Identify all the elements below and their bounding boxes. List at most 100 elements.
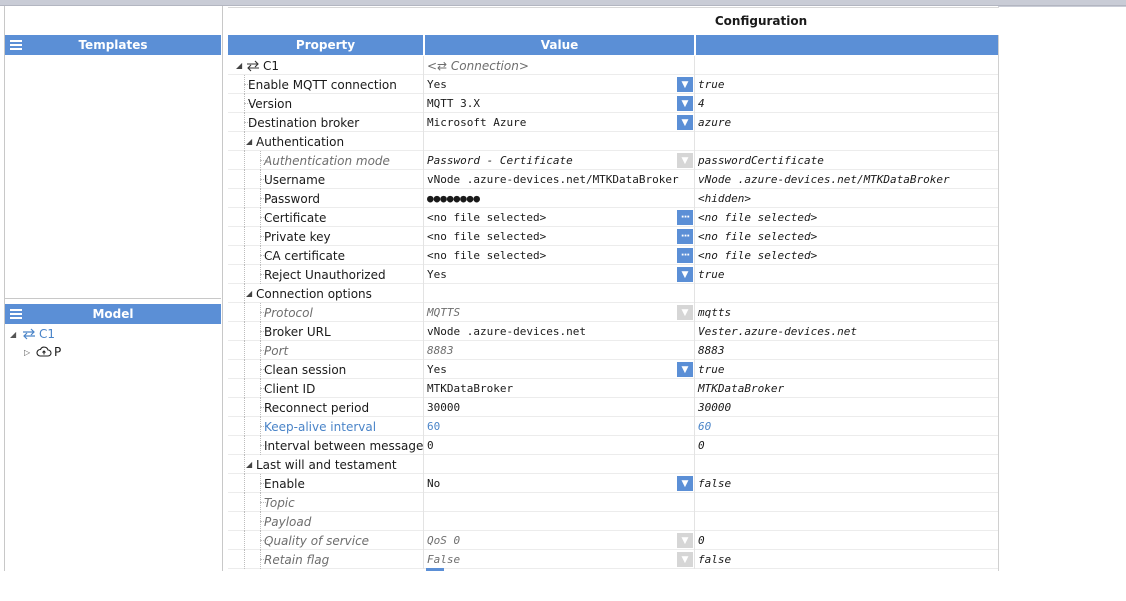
property-cell[interactable]: Authentication mode xyxy=(228,151,424,170)
value-cell[interactable] xyxy=(425,284,695,303)
expand-toggle-icon[interactable]: ◢ xyxy=(246,289,256,298)
value-cell[interactable] xyxy=(425,512,695,531)
group-row[interactable]: ◢ C1 <⇄ Connection> xyxy=(228,56,998,75)
property-cell[interactable]: Broker URL xyxy=(228,322,424,341)
value-cell[interactable]: vNode .azure-devices.net xyxy=(425,322,695,341)
value-cell[interactable]: 60 xyxy=(425,417,695,436)
property-row[interactable]: Authentication mode Password - Certificat… xyxy=(228,151,998,170)
property-cell[interactable]: Version xyxy=(228,94,424,113)
collapsed-arrow-icon[interactable]: ▷ xyxy=(24,348,36,357)
property-row[interactable]: Retain flag False ▼ false xyxy=(228,550,998,569)
group-row[interactable]: ◢ Last will and testament xyxy=(228,455,998,474)
tree-item-c1[interactable]: ◢ C1 xyxy=(10,325,55,343)
property-row[interactable]: Enable MQTT connection Yes ▼ true xyxy=(228,75,998,94)
value-cell[interactable]: 0 xyxy=(425,436,695,455)
value-cell[interactable]: Yes ▼ xyxy=(425,265,695,284)
value-cell[interactable]: 30000 xyxy=(425,398,695,417)
property-cell[interactable]: ◢ Last will and testament xyxy=(228,455,424,474)
property-row[interactable]: Client ID MTKDataBroker MTKDataBroker xyxy=(228,379,998,398)
expand-toggle-icon[interactable]: ◢ xyxy=(246,137,256,146)
property-cell[interactable]: Protocol xyxy=(228,303,424,322)
chevron-down-icon[interactable]: ▼ xyxy=(677,115,693,130)
property-cell[interactable]: Password xyxy=(228,189,424,208)
property-cell[interactable]: Interval between messages xyxy=(228,436,424,455)
property-cell[interactable]: Reconnect period xyxy=(228,398,424,417)
value-cell[interactable]: False ▼ xyxy=(425,550,695,569)
property-cell[interactable]: Port xyxy=(228,341,424,360)
property-cell[interactable]: Topic xyxy=(228,493,424,512)
value-cell[interactable] xyxy=(425,493,695,512)
property-row[interactable]: Port 8883 8883 xyxy=(228,341,998,360)
property-row[interactable]: Keep-alive interval 60 60 xyxy=(228,417,998,436)
group-row[interactable]: ◢ Connection options xyxy=(228,284,998,303)
expand-toggle-icon[interactable]: ◢ xyxy=(246,460,256,469)
property-row[interactable]: Protocol MQTTS ▼ mqtts xyxy=(228,303,998,322)
browse-file-icon[interactable]: ··· xyxy=(677,210,693,225)
group-row[interactable]: ◢ Authentication xyxy=(228,132,998,151)
chevron-down-icon[interactable]: ▼ xyxy=(677,476,693,491)
property-cell[interactable]: Client ID xyxy=(228,379,424,398)
property-cell[interactable]: Payload xyxy=(228,512,424,531)
property-row[interactable]: Topic xyxy=(228,493,998,512)
value-cell[interactable]: Password - Certificate ▼ xyxy=(425,151,695,170)
property-row[interactable]: Reconnect period 30000 30000 xyxy=(228,398,998,417)
property-cell[interactable]: Private key xyxy=(228,227,424,246)
property-row[interactable]: Reject Unauthorized Yes ▼ true xyxy=(228,265,998,284)
tree-item-p[interactable]: ▷ P xyxy=(24,343,61,361)
value-cell[interactable]: vNode .azure-devices.net/MTKDataBroker xyxy=(425,170,695,189)
expanded-arrow-icon[interactable]: ◢ xyxy=(10,330,22,339)
value-cell[interactable]: <no file selected> ··· xyxy=(425,227,695,246)
property-cell[interactable]: Destination broker xyxy=(228,113,424,132)
property-cell[interactable]: CA certificate xyxy=(228,246,424,265)
property-cell[interactable]: Clean session xyxy=(228,360,424,379)
value-cell[interactable]: <no file selected> ··· xyxy=(425,208,695,227)
chevron-down-icon[interactable]: ▼ xyxy=(677,77,693,92)
value-cell[interactable]: QoS 0 ▼ xyxy=(425,531,695,550)
property-cell[interactable]: ◢ Connection options xyxy=(228,284,424,303)
value-cell[interactable]: <⇄ Connection> xyxy=(425,56,695,75)
property-row[interactable]: Enable No ▼ false xyxy=(228,474,998,493)
property-row[interactable]: Broker URL vNode .azure-devices.net Vester… xyxy=(228,322,998,341)
property-row[interactable]: Clean session Yes ▼ true xyxy=(228,360,998,379)
property-row[interactable]: Payload xyxy=(228,512,998,531)
value-cell[interactable]: Yes ▼ xyxy=(425,75,695,94)
property-row[interactable]: Private key <no file selected> ··· <no file… xyxy=(228,227,998,246)
value-cell[interactable]: MQTT 3.X ▼ xyxy=(425,94,695,113)
property-cell[interactable]: ◢ C1 xyxy=(228,56,424,75)
chevron-down-icon[interactable]: ▼ xyxy=(677,267,693,282)
column-header-raw-value[interactable] xyxy=(696,35,998,55)
value-cell[interactable]: <no file selected> ··· xyxy=(425,246,695,265)
browse-file-icon[interactable]: ··· xyxy=(677,229,693,244)
value-cell[interactable]: Yes ▼ xyxy=(425,360,695,379)
hamburger-menu-icon[interactable] xyxy=(10,307,22,321)
property-row[interactable]: Username vNode .azure-devices.net/MTKData… xyxy=(228,170,998,189)
value-cell[interactable] xyxy=(425,132,695,151)
property-row[interactable]: Interval between messages 0 0 xyxy=(228,436,998,455)
property-cell[interactable]: Username xyxy=(228,170,424,189)
property-row[interactable]: Certificate <no file selected> ··· <no file… xyxy=(228,208,998,227)
value-cell[interactable]: Microsoft Azure ▼ xyxy=(425,113,695,132)
property-cell[interactable]: Quality of service xyxy=(228,531,424,550)
pane-splitter[interactable] xyxy=(5,298,221,299)
value-cell[interactable]: MQTTS ▼ xyxy=(425,303,695,322)
property-cell[interactable]: Keep-alive interval xyxy=(228,417,424,436)
value-cell[interactable]: ●●●●●●●● xyxy=(425,189,695,208)
expand-toggle-icon[interactable]: ◢ xyxy=(236,61,246,70)
property-cell[interactable]: Enable MQTT connection xyxy=(228,75,424,94)
value-cell[interactable]: 8883 xyxy=(425,341,695,360)
property-cell[interactable]: ◢ Authentication xyxy=(228,132,424,151)
property-cell[interactable]: Retain flag xyxy=(228,550,424,569)
value-cell[interactable] xyxy=(425,455,695,474)
column-header-value[interactable]: Value xyxy=(425,35,695,55)
column-header-property[interactable]: Property xyxy=(228,35,424,55)
property-row[interactable]: Version MQTT 3.X ▼ 4 xyxy=(228,94,998,113)
property-cell[interactable]: Certificate xyxy=(228,208,424,227)
chevron-down-icon[interactable]: ▼ xyxy=(677,362,693,377)
value-cell[interactable]: MTKDataBroker xyxy=(425,379,695,398)
property-row[interactable]: Destination broker Microsoft Azure ▼ azure xyxy=(228,113,998,132)
property-row[interactable]: CA certificate <no file selected> ··· <no f… xyxy=(228,246,998,265)
property-row[interactable]: Quality of service QoS 0 ▼ 0 xyxy=(228,531,998,550)
property-row[interactable]: Password ●●●●●●●● <hidden> xyxy=(228,189,998,208)
browse-file-icon[interactable]: ··· xyxy=(677,248,693,263)
value-cell[interactable]: No ▼ xyxy=(425,474,695,493)
